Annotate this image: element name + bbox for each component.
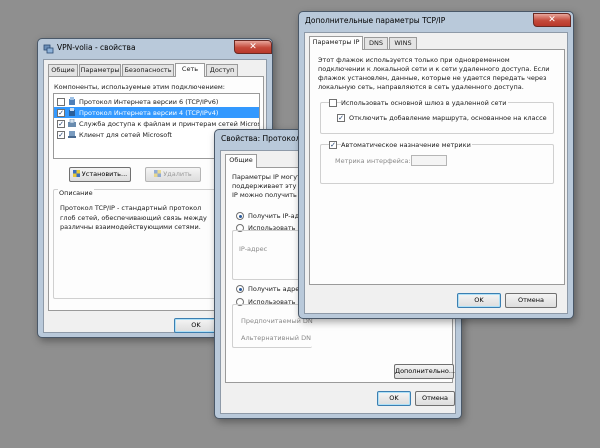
remove-label: Удалить: [163, 170, 192, 178]
default-gateway-checkbox[interactable]: [329, 99, 337, 107]
tab-security[interactable]: Безопасность: [122, 64, 174, 76]
advanced-button[interactable]: Дополнительно...: [394, 364, 455, 379]
auto-dns-label: Получить адрес: [248, 285, 303, 293]
title-bar[interactable]: Дополнительные параметры TCP/IP ✕: [299, 12, 573, 30]
component-label: Протокол Интернета версии 4 (TCP/IPv4): [79, 109, 219, 117]
title-bar[interactable]: VPN-volia - свойства ✕: [38, 39, 272, 57]
close-button[interactable]: ✕: [234, 40, 272, 54]
shield-icon: [72, 169, 80, 177]
component-label: Клиент для сетей Microsoft: [79, 131, 172, 139]
window-title: VPN-volia - свойства: [57, 43, 136, 52]
install-label: Установить...: [81, 170, 128, 178]
auto-ip-radio[interactable]: [236, 212, 244, 220]
ok-button[interactable]: OK: [174, 318, 218, 333]
ipv6-checkbox[interactable]: [57, 97, 65, 106]
auto-ip-label: Получить IP-адр: [248, 212, 304, 220]
advanced-tcpip-window: Дополнительные параметры TCP/IP ✕ Параме…: [298, 11, 574, 319]
list-item[interactable]: ✓ Протокол Интернета версии 4 (TCP/IPv4): [54, 107, 259, 118]
cancel-button[interactable]: Отмена: [505, 293, 557, 308]
ip-address-label: IP-адрес: [239, 245, 268, 253]
component-label: Протокол Интернета версии 6 (TCP/IPv6): [79, 98, 219, 106]
list-item[interactable]: Протокол Интернета версии 6 (TCP/IPv6): [54, 96, 259, 107]
auto-metric-label: Автоматическое назначение метрики: [341, 141, 472, 150]
list-item[interactable]: ✓ Служба доступа к файлам и принтерам се…: [54, 118, 259, 129]
tab-access[interactable]: Доступ: [206, 64, 238, 76]
metric-group: ✓ Автоматическое назначение метрики Метр…: [320, 141, 554, 184]
window-client: Параметры IP DNS WINS Этот флажок исполь…: [304, 32, 568, 314]
close-button[interactable]: ✕: [533, 13, 571, 27]
class-route-label: Отключить добавление маршрута, основанно…: [349, 114, 547, 122]
remove-button[interactable]: Удалить: [145, 167, 201, 182]
tab-panel-ip-settings: Этот флажок используется только при одно…: [309, 49, 565, 285]
interface-metric-input[interactable]: [411, 155, 447, 166]
description-title: Описание: [58, 189, 94, 198]
auto-metric-checkbox[interactable]: ✓: [329, 141, 337, 149]
network-connection-icon: [43, 43, 54, 54]
default-gateway-label: Использовать основной шлюз в удаленной с…: [341, 99, 508, 108]
tab-wins[interactable]: WINS: [389, 37, 417, 49]
tab-parameters[interactable]: Параметры: [79, 64, 121, 76]
ipv4-checkbox[interactable]: ✓: [57, 108, 65, 117]
alternate-dns-label: Альтернативный DN: [241, 334, 311, 342]
file-sharing-checkbox[interactable]: ✓: [57, 119, 65, 128]
description-text: Протокол TCP/IP - стандартный протокол г…: [60, 204, 207, 231]
interface-metric-label: Метрика интерфейса:: [335, 157, 411, 165]
auto-dns-radio[interactable]: [236, 285, 244, 293]
class-route-checkbox[interactable]: ✓: [337, 114, 345, 122]
cancel-button[interactable]: Отмена: [415, 391, 455, 406]
tab-general[interactable]: Общие: [48, 64, 78, 76]
shield-icon: [154, 169, 162, 177]
ok-button[interactable]: OK: [457, 293, 501, 308]
tab-dns[interactable]: DNS: [364, 37, 388, 49]
install-button[interactable]: Установить...: [69, 167, 131, 182]
ms-client-checkbox[interactable]: ✓: [57, 130, 65, 139]
tab-ip-settings[interactable]: Параметры IP: [309, 36, 363, 50]
components-label: Компоненты, используемые этим подключени…: [54, 83, 225, 91]
component-label: Служба доступа к файлам и принтерам сете…: [79, 120, 260, 128]
tab-general[interactable]: Общие: [225, 154, 257, 168]
window-title: Дополнительные параметры TCP/IP: [305, 16, 446, 25]
tab-network[interactable]: Сеть: [175, 63, 205, 77]
client-icon: [68, 130, 76, 141]
info-text: Этот флажок используется только при одно…: [318, 56, 550, 91]
gateway-group: Использовать основной шлюз в удаленной с…: [320, 99, 554, 134]
ok-button[interactable]: OK: [377, 391, 411, 406]
